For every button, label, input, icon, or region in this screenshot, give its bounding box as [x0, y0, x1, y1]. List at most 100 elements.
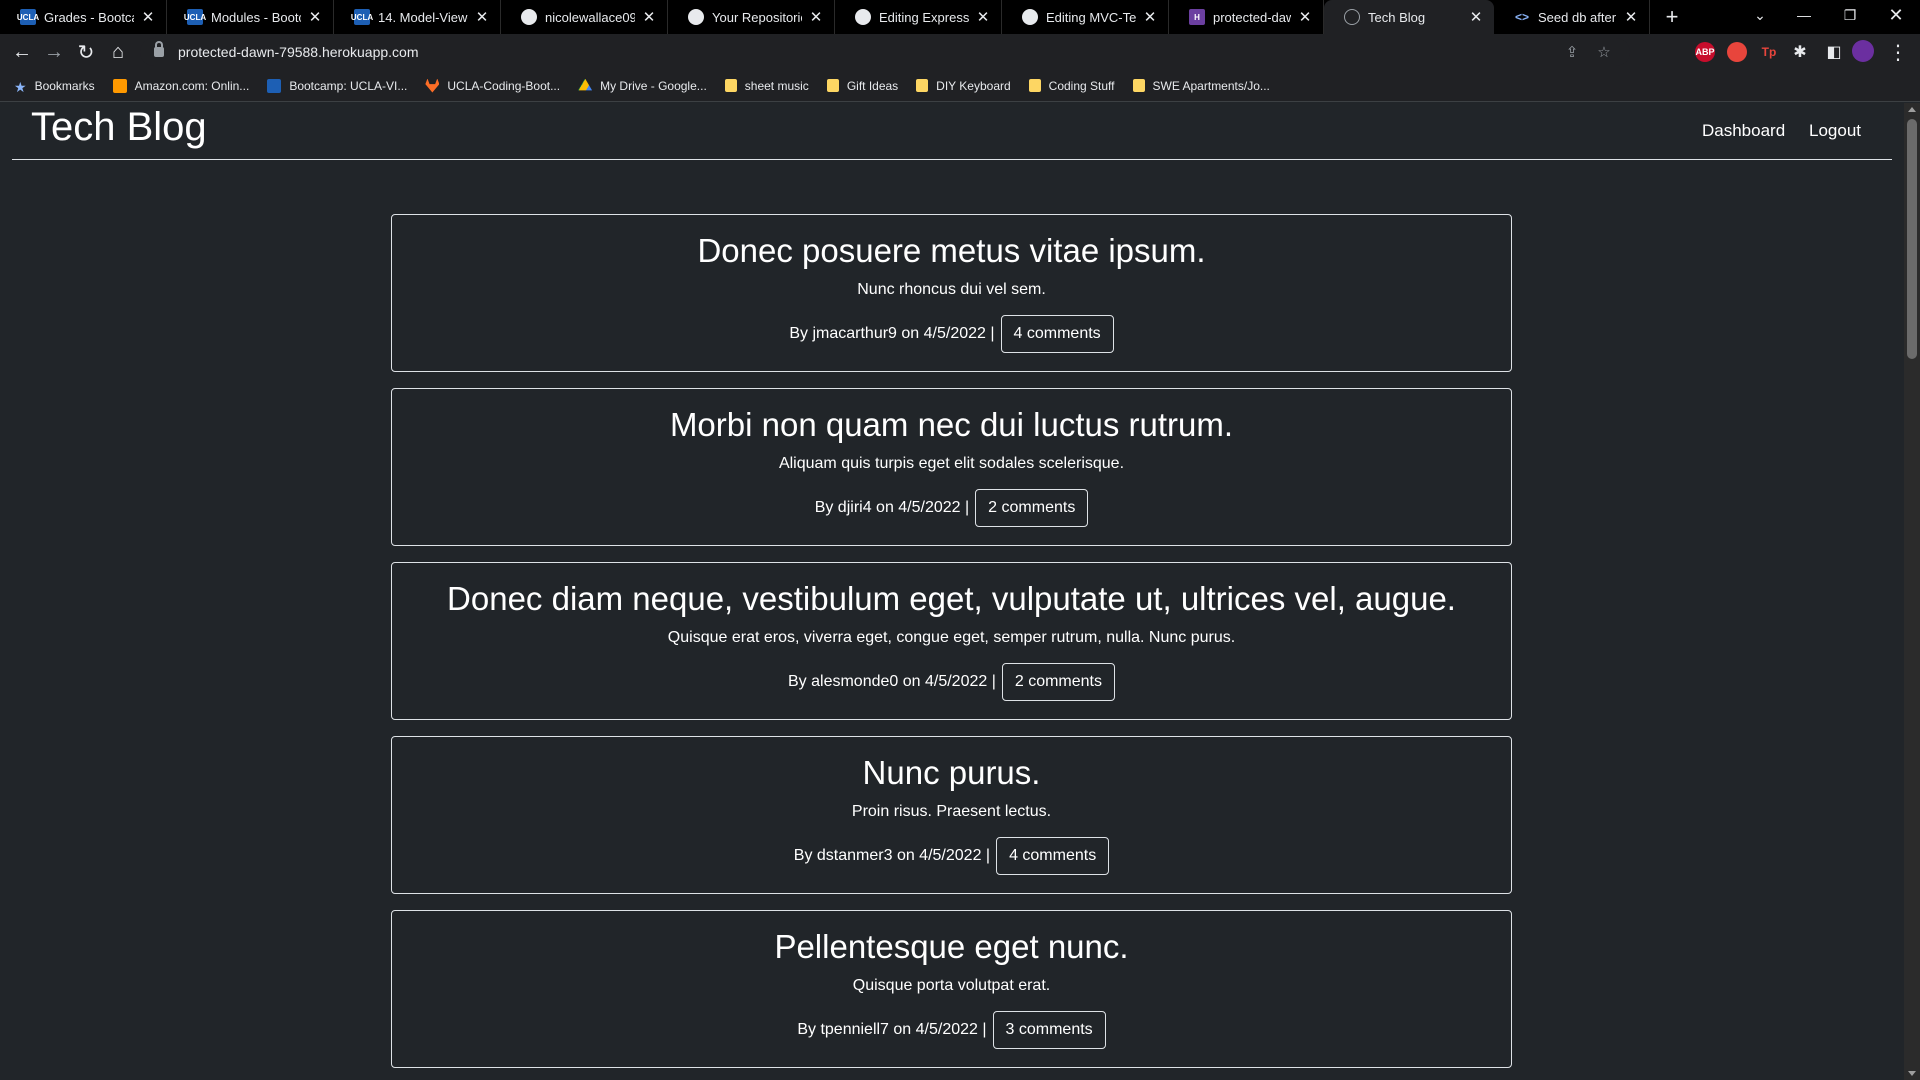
- browser-tab[interactable]: <> Seed db after depl ✕: [1494, 0, 1650, 34]
- comments-button[interactable]: 4 comments: [1000, 315, 1114, 353]
- bookmark-folder[interactable]: Gift Ideas: [826, 79, 898, 93]
- post-body: Aliquam quis turpis eget elit sodales sc…: [778, 455, 1125, 472]
- comments-button[interactable]: 2 comments: [975, 489, 1089, 527]
- web-page: Tech Blog Dashboard Logout Donec posuere…: [0, 103, 1904, 1080]
- bookmark-folder[interactable]: Coding Stuff: [1028, 79, 1115, 93]
- close-tab-icon[interactable]: ✕: [641, 8, 657, 26]
- extensions-puzzle-icon[interactable]: ✱: [1786, 38, 1814, 66]
- close-tab-icon[interactable]: ✕: [140, 8, 156, 26]
- browser-tab[interactable]: UCLA Modules - Bootcamp ✕: [167, 0, 334, 34]
- address-bar[interactable]: protected-dawn-79588.herokuapp.com ☆ ⇪: [140, 38, 1630, 66]
- restore-window-icon[interactable]: ❐: [1830, 0, 1870, 30]
- post-title[interactable]: Nunc purus.: [392, 753, 1511, 793]
- browser-tab[interactable]: Your Repositories ✕: [668, 0, 835, 34]
- browser-tab[interactable]: UCLA Grades - Bootcamp ✕: [0, 0, 167, 34]
- bookmark-item[interactable]: UCLA-Coding-Boot...: [425, 78, 560, 93]
- scroll-up-arrow-icon[interactable]: [1908, 107, 1916, 112]
- close-tab-icon[interactable]: ✕: [474, 8, 490, 26]
- close-tab-icon[interactable]: ✕: [1468, 8, 1484, 26]
- url-text[interactable]: protected-dawn-79588.herokuapp.com: [178, 44, 419, 60]
- reload-icon[interactable]: ↻: [72, 38, 100, 66]
- lock-icon[interactable]: [154, 41, 164, 57]
- minimize-window-icon[interactable]: —: [1784, 0, 1824, 30]
- folder-icon: [724, 79, 737, 92]
- bookmark-item[interactable]: My Drive - Google...: [578, 78, 707, 93]
- tab-title: 14. Model-View-C: [378, 9, 468, 25]
- nav-logout-link[interactable]: Logout: [1809, 121, 1861, 141]
- nav-dashboard-link[interactable]: Dashboard: [1702, 121, 1785, 141]
- scroll-down-arrow-icon[interactable]: [1908, 1071, 1916, 1076]
- post-title[interactable]: Donec diam neque, vestibulum eget, vulpu…: [392, 579, 1511, 619]
- browser-tab[interactable]: nicolewallace09 (N ✕: [501, 0, 668, 34]
- post-card: Nunc purus. Proin risus. Praesent lectus…: [391, 736, 1512, 894]
- post-card: Donec posuere metus vitae ipsum. Nunc rh…: [391, 214, 1512, 372]
- close-tab-icon[interactable]: ✕: [1623, 8, 1639, 26]
- google-drive-icon: [578, 78, 593, 91]
- post-body: Proin risus. Praesent lectus.: [851, 803, 1052, 820]
- browser-tab[interactable]: Editing MVC-Tech- ✕: [1002, 0, 1169, 34]
- site-brand[interactable]: Tech Blog: [31, 105, 207, 150]
- star-icon: ★: [14, 78, 27, 95]
- bookmark-folder[interactable]: SWE Apartments/Jo...: [1132, 79, 1270, 93]
- github-favicon-icon: [521, 9, 537, 25]
- close-tab-icon[interactable]: ✕: [307, 8, 323, 26]
- comments-button[interactable]: 3 comments: [992, 1011, 1106, 1049]
- browser-tab[interactable]: Editing Express-No ✕: [835, 0, 1002, 34]
- forward-arrow-icon[interactable]: →: [40, 38, 68, 66]
- bookmark-star-icon[interactable]: ☆: [1590, 38, 1618, 66]
- tab-title: Grades - Bootcamp: [44, 9, 134, 25]
- close-tab-icon[interactable]: ✕: [808, 8, 824, 26]
- post-meta: By tpenniell7 on 4/5/2022 | 3 comments: [392, 1011, 1511, 1049]
- code-favicon-icon: <>: [1514, 10, 1529, 24]
- ucla-icon: [267, 78, 282, 93]
- bookmark-item[interactable]: Amazon.com: Onlin...: [112, 78, 249, 93]
- close-window-icon[interactable]: ✕: [1876, 0, 1916, 30]
- comments-button[interactable]: 4 comments: [996, 837, 1110, 875]
- screencast-extension-icon[interactable]: [1663, 42, 1683, 62]
- browser-menu-icon[interactable]: ⋮: [1884, 38, 1912, 66]
- post-meta: By alesmonde0 on 4/5/2022 | 2 comments: [392, 663, 1511, 701]
- page-scrollbar[interactable]: [1904, 103, 1920, 1080]
- post-body: Quisque porta volutpat erat.: [852, 977, 1051, 994]
- new-tab-button[interactable]: +: [1660, 0, 1684, 34]
- tp-extension-icon[interactable]: Tp: [1759, 42, 1779, 62]
- post-title[interactable]: Donec posuere metus vitae ipsum.: [392, 231, 1511, 271]
- bookmark-folder[interactable]: sheet music: [724, 79, 809, 93]
- bookmark-item[interactable]: ★ Bookmarks: [14, 78, 95, 95]
- post-meta: By dstanmer3 on 4/5/2022 | 4 comments: [392, 837, 1511, 875]
- browser-tab[interactable]: H protected-dawn-79 ✕: [1169, 0, 1324, 34]
- github-favicon-icon: [688, 9, 704, 25]
- post-title[interactable]: Pellentesque eget nunc.: [392, 927, 1511, 967]
- post-card: Donec diam neque, vestibulum eget, vulpu…: [391, 562, 1512, 720]
- scrollbar-thumb[interactable]: [1907, 119, 1917, 359]
- back-arrow-icon[interactable]: ←: [8, 38, 36, 66]
- browser-tab[interactable]: UCLA 14. Model-View-C ✕: [334, 0, 501, 34]
- tab-title: Your Repositories: [712, 9, 802, 25]
- close-tab-icon[interactable]: ✕: [975, 8, 991, 26]
- github-favicon-icon: [855, 9, 871, 25]
- post-author-date: By dstanmer3 on 4/5/2022 |: [793, 847, 991, 864]
- gitlab-icon: [425, 78, 440, 93]
- post-title[interactable]: Morbi non quam nec dui luctus rutrum.: [392, 405, 1511, 445]
- browser-tab-active[interactable]: Tech Blog ✕: [1324, 0, 1494, 34]
- adblock-hand-icon[interactable]: [1727, 42, 1747, 62]
- adblock-plus-icon[interactable]: ABP: [1695, 42, 1715, 62]
- side-panel-icon[interactable]: ◧: [1820, 38, 1848, 66]
- close-tab-icon[interactable]: ✕: [1297, 8, 1313, 26]
- comments-button[interactable]: 2 comments: [1001, 663, 1115, 701]
- post-author-date: By jmacarthur9 on 4/5/2022 |: [789, 325, 995, 342]
- profile-avatar[interactable]: [1852, 40, 1874, 62]
- post-body: Nunc rhoncus dui vel sem.: [857, 281, 1046, 298]
- share-icon[interactable]: ⇪: [1558, 38, 1586, 66]
- bookmark-item[interactable]: Bootcamp: UCLA-VI...: [267, 78, 407, 93]
- home-icon[interactable]: ⌂: [104, 38, 132, 66]
- bookmarks-bar: ★ Bookmarks Amazon.com: Onlin... Bootcamp…: [0, 70, 1920, 102]
- post-card: Morbi non quam nec dui luctus rutrum. Al…: [391, 388, 1512, 546]
- post-card: Pellentesque eget nunc. Quisque porta vo…: [391, 910, 1512, 1068]
- tab-search-chevron-icon[interactable]: ⌄: [1740, 0, 1780, 30]
- close-tab-icon[interactable]: ✕: [1142, 8, 1158, 26]
- tab-title: Modules - Bootcamp: [211, 9, 301, 25]
- bookmark-folder[interactable]: DIY Keyboard: [916, 79, 1011, 93]
- heroku-favicon-icon: H: [1189, 9, 1205, 25]
- post-author-date: By tpenniell7 on 4/5/2022 |: [797, 1021, 987, 1038]
